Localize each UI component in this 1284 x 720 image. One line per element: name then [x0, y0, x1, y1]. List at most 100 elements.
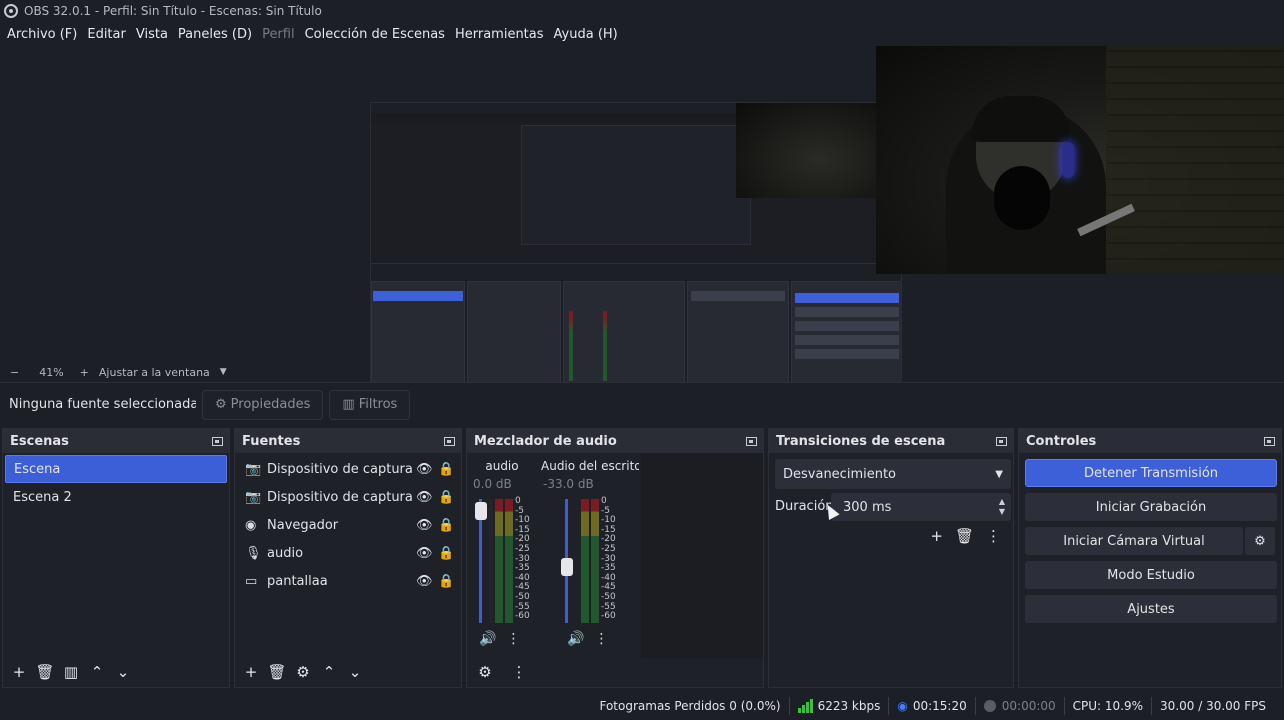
speaker-icon[interactable]: 🔊 — [567, 631, 584, 647]
sources-title: Fuentes — [242, 433, 301, 449]
undock-icon[interactable] — [996, 436, 1007, 446]
menu-editar[interactable]: Editar — [82, 27, 131, 42]
lock-icon[interactable]: 🔒 — [438, 574, 454, 589]
menu-herramientas[interactable]: Herramientas — [450, 27, 549, 42]
settings-button[interactable]: Ajustes — [1025, 595, 1277, 623]
gear-icon: ⚙ — [1254, 533, 1266, 549]
add-scene-button[interactable]: + — [9, 662, 29, 682]
preview-canvas[interactable] — [370, 102, 902, 400]
visibility-icon[interactable]: 👁 — [416, 574, 433, 589]
source-item[interactable]: ▭ pantallaa 👁 🔒 — [235, 567, 461, 595]
fps: 30.00 / 30.00 FPS — [1160, 699, 1266, 713]
virtual-camera-settings-button[interactable]: ⚙ — [1245, 527, 1275, 555]
stop-stream-button[interactable]: Detener Transmisión — [1025, 459, 1277, 487]
channel-name: Audio del escritorio — [541, 459, 639, 473]
speaker-icon[interactable]: 🔊 — [479, 631, 496, 647]
zoom-out-button[interactable]: − — [10, 366, 19, 379]
bitrate: 6223 kbps — [817, 699, 881, 713]
globe-icon: ◉ — [245, 517, 257, 533]
nested-capture-image — [371, 103, 901, 399]
lock-icon[interactable]: 🔒 — [438, 518, 454, 533]
scene-filters-button[interactable]: ▥ — [61, 662, 81, 682]
source-label: pantallaa — [267, 573, 328, 589]
visibility-icon[interactable]: 👁 — [416, 462, 433, 477]
zoom-fit-label[interactable]: Ajustar a la ventana — [99, 366, 210, 379]
remove-source-button[interactable]: 🗑 — [267, 662, 287, 682]
more-options-icon[interactable]: ⋮ — [506, 631, 520, 647]
visibility-icon[interactable]: 👁 — [416, 490, 433, 505]
move-up-button[interactable]: ⌃ — [87, 662, 107, 682]
add-source-button[interactable]: + — [241, 662, 261, 682]
zoom-in-button[interactable]: + — [80, 366, 89, 379]
signal-icon — [797, 699, 813, 713]
lock-icon[interactable]: 🔒 — [438, 546, 454, 561]
dropped-frames: Fotogramas Perdidos 0 (0.0%) — [599, 699, 781, 713]
duration-input[interactable]: 300 ms ▲ ▼ — [831, 493, 1011, 521]
remove-scene-button[interactable]: 🗑 — [35, 662, 55, 682]
menu-perfil[interactable]: Perfil — [257, 27, 300, 42]
scene-label: Escena 2 — [13, 489, 72, 505]
zoom-dropdown-icon[interactable]: ▼ — [220, 367, 227, 377]
scene-item[interactable]: Escena — [5, 455, 227, 483]
menu-archivo[interactable]: Archivo (F) — [2, 27, 82, 42]
mixer-channel: audio 0.0 dB 0 -5 -10 -15 -20 -25 -30 -35 -40 -45… — [467, 453, 537, 657]
scene-item[interactable]: Escena 2 — [5, 483, 227, 511]
scenes-dock: Escenas Escena Escena 2 + 🗑 ▥ ⌃ ⌄ — [2, 428, 230, 688]
source-item[interactable]: 🎙 audio 👁 🔒 — [235, 539, 461, 567]
microphone-icon: 🎙 — [245, 545, 262, 561]
volume-fader-knob[interactable] — [561, 558, 573, 577]
mixer-menu-icon[interactable]: ⋮ — [509, 662, 529, 682]
source-item[interactable]: 📷 Dispositivo de captura de video 👁 🔒 — [235, 455, 461, 483]
visibility-icon[interactable]: 👁 — [416, 546, 433, 561]
level-meter — [591, 499, 599, 623]
duration-value: 300 ms — [843, 499, 892, 515]
controls-title: Controles — [1026, 433, 1097, 449]
add-transition-button[interactable]: + — [930, 527, 943, 545]
visibility-icon[interactable]: 👁 — [416, 518, 433, 533]
sources-dock: Fuentes 📷 Dispositivo de captura de vide… — [234, 428, 462, 688]
title-bar: OBS 32.0.1 - Perfil: Sin Título - Escena… — [0, 0, 880, 22]
undock-icon[interactable] — [1264, 436, 1275, 446]
filter-icon: ▥ — [342, 397, 355, 412]
source-item[interactable]: 📷 Dispositivo de captura de video 👁 🔒 — [235, 483, 461, 511]
menu-bar: Archivo (F) Editar Vista Paneles (D) Per… — [0, 22, 880, 46]
volume-fader-knob[interactable] — [475, 502, 487, 521]
cpu-usage: CPU: 10.9% — [1072, 699, 1144, 713]
source-item[interactable]: ◉ Navegador 👁 🔒 — [235, 511, 461, 539]
transition-select[interactable]: Desvanecimiento ▼ — [775, 459, 1011, 489]
level-meter — [505, 499, 513, 623]
start-recording-button[interactable]: Iniciar Grabación — [1025, 493, 1277, 521]
level-meter — [581, 499, 589, 623]
level-meter — [495, 499, 503, 623]
source-properties-button[interactable]: ⚙ — [293, 662, 313, 682]
decrement-icon[interactable]: ▼ — [999, 507, 1005, 517]
preview-area[interactable] — [0, 46, 1284, 400]
source-label: Dispositivo de captura de video — [267, 489, 412, 505]
more-options-icon[interactable]: ⋮ — [594, 631, 608, 647]
studio-mode-button[interactable]: Modo Estudio — [1025, 561, 1277, 589]
increment-icon[interactable]: ▲ — [999, 497, 1005, 507]
move-down-button[interactable]: ⌄ — [113, 662, 133, 682]
move-down-button[interactable]: ⌄ — [345, 662, 365, 682]
transition-menu-icon[interactable]: ⋮ — [986, 527, 1001, 545]
remove-transition-button[interactable]: 🗑 — [955, 527, 974, 545]
start-virtual-camera-button[interactable]: Iniciar Cámara Virtual — [1025, 527, 1243, 555]
undock-icon[interactable] — [444, 436, 455, 446]
audio-mixer-dock: Mezclador de audio audio 0.0 dB 0 -5 -10 -1… — [466, 428, 764, 688]
menu-vista[interactable]: Vista — [131, 27, 173, 42]
move-up-button[interactable]: ⌃ — [319, 662, 339, 682]
transitions-title: Transiciones de escena — [776, 433, 946, 449]
menu-paneles[interactable]: Paneles (D) — [173, 27, 257, 42]
lock-icon[interactable]: 🔒 — [438, 490, 454, 505]
menu-ayuda[interactable]: Ayuda (H) — [549, 27, 623, 42]
lock-icon[interactable]: 🔒 — [438, 462, 454, 477]
properties-button[interactable]: ⚙ Propiedades — [202, 389, 324, 420]
level-meter — [489, 499, 493, 623]
menu-coleccion-escenas[interactable]: Colección de Escenas — [300, 27, 450, 42]
undock-icon[interactable] — [746, 436, 757, 446]
undock-icon[interactable] — [212, 436, 223, 446]
filters-button[interactable]: ▥ Filtros — [329, 389, 411, 420]
advanced-audio-icon[interactable]: ⚙ — [475, 662, 495, 682]
source-label: audio — [267, 545, 304, 561]
mixer-title: Mezclador de audio — [474, 433, 617, 449]
